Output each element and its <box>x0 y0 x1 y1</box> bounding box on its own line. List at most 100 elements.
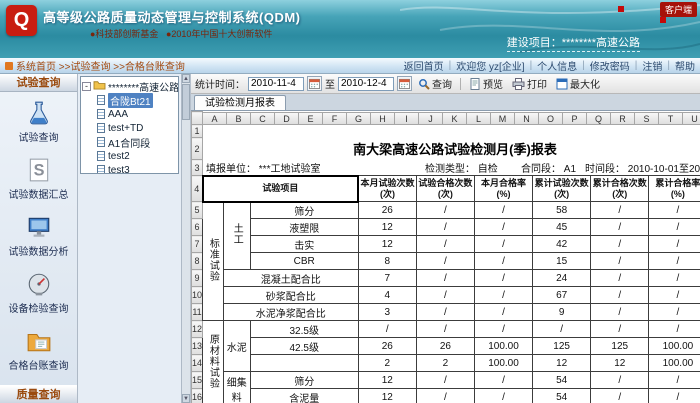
column-letter: N <box>515 112 539 125</box>
date-from-input[interactable] <box>248 77 304 91</box>
sidebar-item-data-summary[interactable]: S 试验数据汇总 <box>0 149 77 206</box>
tab-monthly-report[interactable]: 试验检测月报表 <box>194 95 286 110</box>
subcategory-cell: 细集料 <box>223 372 250 403</box>
document-icon <box>97 151 105 161</box>
sidebar-scrollbar[interactable] <box>182 74 191 403</box>
value-cell: / <box>649 253 700 270</box>
value-cell: / <box>591 287 649 304</box>
summary-document-icon: S <box>25 156 53 184</box>
nav-link[interactable]: 修改密码 <box>590 58 630 73</box>
nav-link[interactable]: 欢迎您 yz[企业] <box>456 58 524 73</box>
date-to-input[interactable] <box>338 77 394 91</box>
row-header: 4 <box>192 176 203 202</box>
value-cell: / <box>416 270 474 287</box>
sidebar-item-device-inspection[interactable]: 设备检验查询 <box>0 263 77 320</box>
toolbar-divider <box>460 78 461 90</box>
value-cell: 58 <box>533 202 591 219</box>
to-label: 至 <box>325 76 335 91</box>
calendar-button[interactable] <box>307 76 322 91</box>
tree-node[interactable]: test3 <box>97 163 177 174</box>
app-header: Q 高等级公路质量动态管理与控制系统(QDM) ●科技部创新基金 ●2010年中… <box>0 0 700 58</box>
value-cell: 100.00 <box>649 338 700 355</box>
sidebar-section-quality-query[interactable]: 质量查询 <box>0 385 77 403</box>
value-cell: / <box>649 202 700 219</box>
app-logo-icon: Q <box>6 5 37 36</box>
scrollbar-thumb[interactable] <box>182 84 190 120</box>
value-cell: / <box>591 270 649 287</box>
value-cell: / <box>474 304 532 321</box>
scroll-down-icon[interactable] <box>182 394 190 403</box>
value-cell: / <box>416 304 474 321</box>
item-cell: 含泥量 <box>250 389 358 403</box>
row-header: 14 <box>192 355 203 372</box>
nav-link[interactable]: 注销 <box>642 58 662 73</box>
column-letter: C <box>251 112 275 125</box>
tree-node[interactable]: AAA <box>97 107 177 121</box>
scroll-up-icon[interactable] <box>182 74 190 83</box>
value-cell: 100.00 <box>474 338 532 355</box>
project-label: 建设项目：********高速公路 <box>507 34 640 52</box>
print-button[interactable]: 打印 <box>509 75 550 92</box>
tree-node-label: A1合同段 <box>108 135 150 150</box>
sidebar-item-qualified-ledger[interactable]: 合格台账查询 <box>0 320 77 377</box>
tree-node-label: test3 <box>108 165 130 175</box>
value-cell: / <box>474 321 532 338</box>
sidebar-item-label: 试验查询 <box>19 129 59 144</box>
column-letters: ABCDEFGHIJKLMNOPQRSTU <box>203 112 700 125</box>
column-header: 本月合格率(%) <box>474 176 532 202</box>
value-cell: 12 <box>358 372 416 389</box>
tree-node[interactable]: A1合同段 <box>97 135 177 149</box>
separator: | <box>635 60 638 71</box>
sidebar-item-data-analysis[interactable]: 试验数据分析 <box>0 206 77 263</box>
preview-page-icon <box>469 78 481 90</box>
row-header: 1 <box>192 125 203 138</box>
item-cell: 液塑限 <box>250 219 358 236</box>
query-button[interactable]: 查询 <box>415 75 455 92</box>
folder-ledger-icon <box>25 327 53 355</box>
home-icon <box>5 62 13 70</box>
column-letter: H <box>371 112 395 125</box>
calendar-icon <box>309 78 320 89</box>
client-link[interactable]: 客户端 <box>660 2 697 17</box>
nav-link[interactable]: 返回首页 <box>404 58 444 73</box>
value-cell: / <box>591 372 649 389</box>
value-cell: / <box>533 321 591 338</box>
report-title: 南大梁高速公路试验检测月(季)报表 <box>203 138 700 160</box>
sidebar-item-experiment-query[interactable]: 试验查询 <box>0 92 77 149</box>
item-cell: 筛分 <box>250 202 358 219</box>
document-icon <box>97 95 105 105</box>
value-cell: 54 <box>533 389 591 403</box>
collapse-icon[interactable] <box>82 82 91 91</box>
column-letter: E <box>299 112 323 125</box>
value-cell: / <box>474 219 532 236</box>
value-cell: 2 <box>416 355 474 372</box>
value-cell: 26 <box>358 338 416 355</box>
column-header: 累计合格率(%) <box>649 176 700 202</box>
sidebar-section-experiment-query[interactable]: 试验查询 <box>0 74 77 92</box>
separator: | <box>582 60 585 71</box>
maximize-button[interactable]: 最大化 <box>553 75 603 92</box>
tree-node[interactable]: test2 <box>97 149 177 163</box>
calendar-button[interactable] <box>397 76 412 91</box>
tree-node[interactable]: test+TD <box>97 121 177 135</box>
preview-button[interactable]: 预览 <box>466 75 506 92</box>
value-cell: / <box>649 219 700 236</box>
item-cell: 42.5级 <box>250 338 358 355</box>
row-header: 11 <box>192 304 203 321</box>
value-cell: / <box>416 219 474 236</box>
nav-link[interactable]: 帮助 <box>675 58 695 73</box>
gauge-icon <box>25 270 53 298</box>
document-icon <box>97 123 105 133</box>
value-cell: / <box>416 389 474 403</box>
tree-node[interactable]: 合陇Bt21 <box>97 93 177 107</box>
column-header: 本月试验次数(次) <box>358 176 416 202</box>
column-header: 试验合格次数(次) <box>416 176 474 202</box>
column-letter: A <box>203 112 227 125</box>
calendar-icon <box>399 78 410 89</box>
value-cell: / <box>474 236 532 253</box>
value-cell: 9 <box>533 304 591 321</box>
tree-root[interactable]: ********高速公路 <box>82 79 177 93</box>
nav-link[interactable]: 个人信息 <box>537 58 577 73</box>
item-cell: 击实 <box>250 236 358 253</box>
value-cell: / <box>474 372 532 389</box>
